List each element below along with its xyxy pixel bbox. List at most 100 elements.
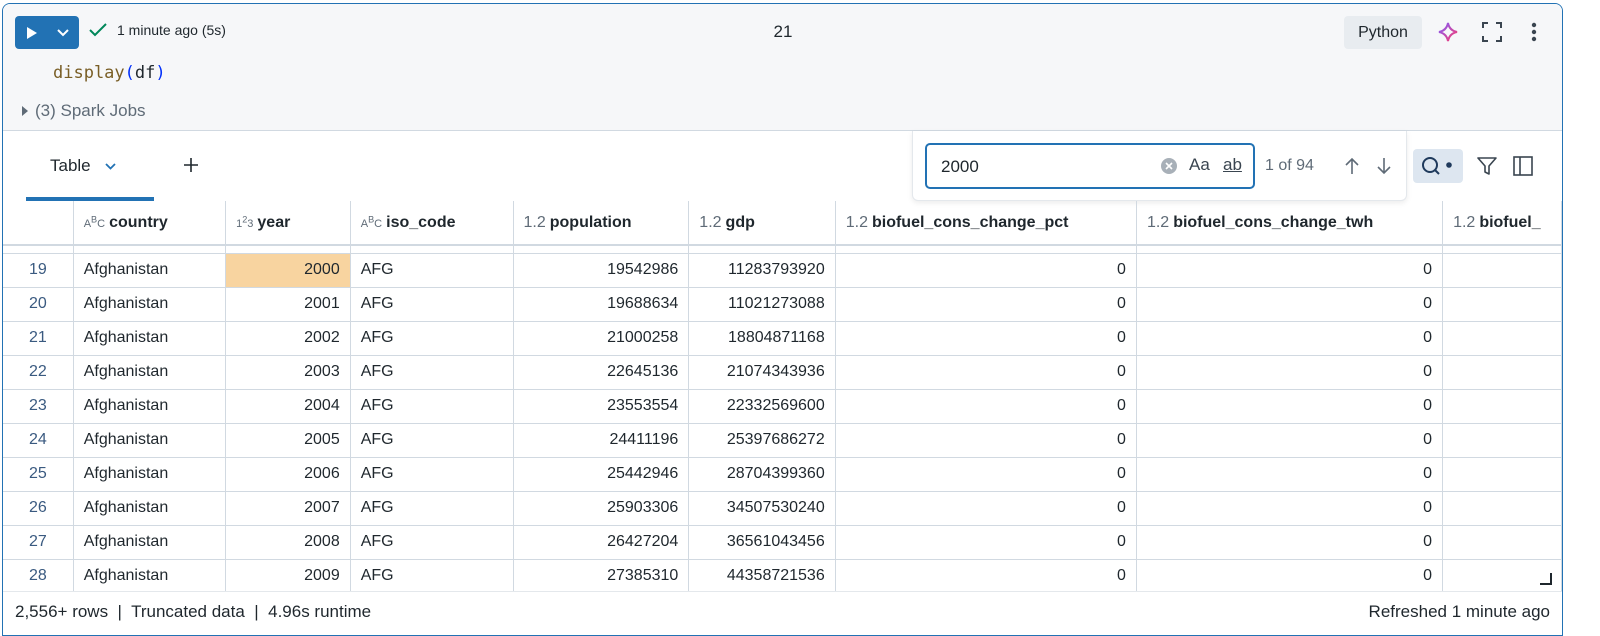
table-cell[interactable]: 0	[1136, 423, 1444, 458]
table-cell[interactable]: 18804871168	[688, 321, 836, 356]
table-cell[interactable]: 36561043456	[688, 525, 836, 560]
table-cell[interactable]: Afghanistan	[73, 287, 227, 322]
table-cell[interactable]	[1442, 457, 1562, 492]
table-cell[interactable]: 0	[835, 355, 1137, 390]
language-badge[interactable]: Python	[1344, 16, 1422, 49]
table-cell[interactable]: 26427204	[513, 525, 690, 560]
table-cell[interactable]: 0	[835, 491, 1137, 526]
table-cell[interactable]	[1442, 321, 1562, 356]
table-cell[interactable]: 21000258	[513, 321, 690, 356]
table-cell[interactable]: AFG	[350, 457, 514, 492]
table-cell[interactable]: 44358721536	[688, 559, 836, 591]
table-cell[interactable]	[1442, 287, 1562, 322]
table-cell[interactable]: 25903306	[513, 491, 690, 526]
table-cell[interactable]: Afghanistan	[73, 253, 227, 288]
code-editor[interactable]: display(df)	[53, 63, 166, 83]
table-cell[interactable]: Afghanistan	[73, 321, 227, 356]
table-cell[interactable]: AFG	[350, 253, 514, 288]
table-cell[interactable]: AFG	[350, 389, 514, 424]
table-cell[interactable]: 0	[835, 525, 1137, 560]
previous-match-button[interactable]	[1341, 155, 1363, 177]
table-cell[interactable]: 0	[1136, 321, 1444, 356]
table-cell[interactable]: 0	[835, 287, 1137, 322]
clear-search-button[interactable]	[1161, 158, 1177, 174]
column-header[interactable]: ABC country	[73, 201, 227, 246]
run-options-dropdown[interactable]	[49, 16, 77, 49]
table-cell[interactable]: 19542986	[513, 253, 690, 288]
table-cell[interactable]: AFG	[350, 321, 514, 356]
table-cell[interactable]: 2008	[225, 525, 351, 560]
table-cell[interactable]: 2006	[225, 457, 351, 492]
table-cell[interactable]: AFG	[350, 423, 514, 458]
assistant-button[interactable]	[1436, 20, 1460, 44]
table-cell[interactable]: Afghanistan	[73, 559, 227, 591]
table-cell[interactable]: 0	[1136, 253, 1444, 288]
table-cell[interactable]: 0	[1136, 525, 1444, 560]
more-options-button[interactable]	[1522, 20, 1546, 44]
table-cell[interactable]: 2002	[225, 321, 351, 356]
table-cell[interactable]: Afghanistan	[73, 525, 227, 560]
column-header[interactable]: 1.2 biofuel_cons_change_pct	[835, 201, 1137, 246]
column-header[interactable]: 1.2 population	[513, 201, 690, 246]
table-cell[interactable]: AFG	[350, 287, 514, 322]
table-cell[interactable]: 0	[1136, 287, 1444, 322]
table-cell[interactable]: AFG	[350, 559, 514, 591]
column-header[interactable]: 123 year	[225, 201, 351, 246]
fullscreen-button[interactable]	[1480, 20, 1504, 44]
table-cell[interactable]	[1442, 423, 1562, 458]
table-cell[interactable]: 0	[835, 423, 1137, 458]
filter-button[interactable]	[1469, 149, 1505, 183]
table-cell[interactable]: 0	[1136, 559, 1444, 591]
table-cell[interactable]: 0	[1136, 457, 1444, 492]
table-cell[interactable]: 0	[835, 253, 1137, 288]
table-cell[interactable]: 2000	[225, 253, 351, 288]
table-cell[interactable]	[1442, 389, 1562, 424]
table-cell[interactable]: AFG	[350, 355, 514, 390]
table-cell[interactable]: 0	[835, 321, 1137, 356]
table-cell[interactable]: 0	[835, 389, 1137, 424]
table-cell[interactable]	[1442, 491, 1562, 526]
table-cell[interactable]: Afghanistan	[73, 423, 227, 458]
table-cell[interactable]: 34507530240	[688, 491, 836, 526]
table-cell[interactable]: 27385310	[513, 559, 690, 591]
spark-jobs-toggle[interactable]: (3) Spark Jobs	[21, 101, 146, 121]
table-cell[interactable]: 25442946	[513, 457, 690, 492]
table-cell[interactable]: 2001	[225, 287, 351, 322]
column-header[interactable]: 1.2 biofuel_	[1442, 201, 1562, 246]
column-header[interactable]: 1.2 gdp	[688, 201, 836, 246]
resize-handle[interactable]	[1540, 573, 1552, 585]
whole-word-toggle[interactable]: ab	[1223, 155, 1242, 175]
table-cell[interactable]: 2005	[225, 423, 351, 458]
table-cell[interactable]: Afghanistan	[73, 491, 227, 526]
table-cell[interactable]: AFG	[350, 491, 514, 526]
table-cell[interactable]: 22332569600	[688, 389, 836, 424]
table-cell[interactable]	[1442, 253, 1562, 288]
search-toggle-button[interactable]	[1413, 149, 1463, 183]
table-cell[interactable]: 23553554	[513, 389, 690, 424]
table-cell[interactable]: AFG	[350, 525, 514, 560]
table-cell[interactable]: 2004	[225, 389, 351, 424]
match-case-toggle[interactable]: Aa	[1189, 155, 1210, 175]
table-cell[interactable]: 24411196	[513, 423, 690, 458]
table-cell[interactable]	[1442, 355, 1562, 390]
table-cell[interactable]: 0	[1136, 389, 1444, 424]
table-cell[interactable]: 22645136	[513, 355, 690, 390]
sidebar-panel-button[interactable]	[1505, 149, 1541, 183]
column-header[interactable]: ABC iso_code	[350, 201, 514, 246]
next-match-button[interactable]	[1373, 155, 1395, 177]
table-cell[interactable]: Afghanistan	[73, 389, 227, 424]
table-cell[interactable]: 19688634	[513, 287, 690, 322]
table-cell[interactable]: Afghanistan	[73, 355, 227, 390]
search-input[interactable]	[941, 155, 1141, 179]
table-cell[interactable]: 2007	[225, 491, 351, 526]
table-cell[interactable]: 21074343936	[688, 355, 836, 390]
table-cell[interactable]: 2003	[225, 355, 351, 390]
table-cell[interactable]: 28704399360	[688, 457, 836, 492]
table-cell[interactable]: 0	[835, 457, 1137, 492]
table-cell[interactable]: 11283793920	[688, 253, 836, 288]
table-cell[interactable]: Afghanistan	[73, 457, 227, 492]
column-header[interactable]: 1.2 biofuel_cons_change_twh	[1136, 201, 1444, 246]
run-cell-button[interactable]	[15, 16, 49, 49]
table-cell[interactable]: 2009	[225, 559, 351, 591]
table-cell[interactable]: 0	[835, 559, 1137, 591]
